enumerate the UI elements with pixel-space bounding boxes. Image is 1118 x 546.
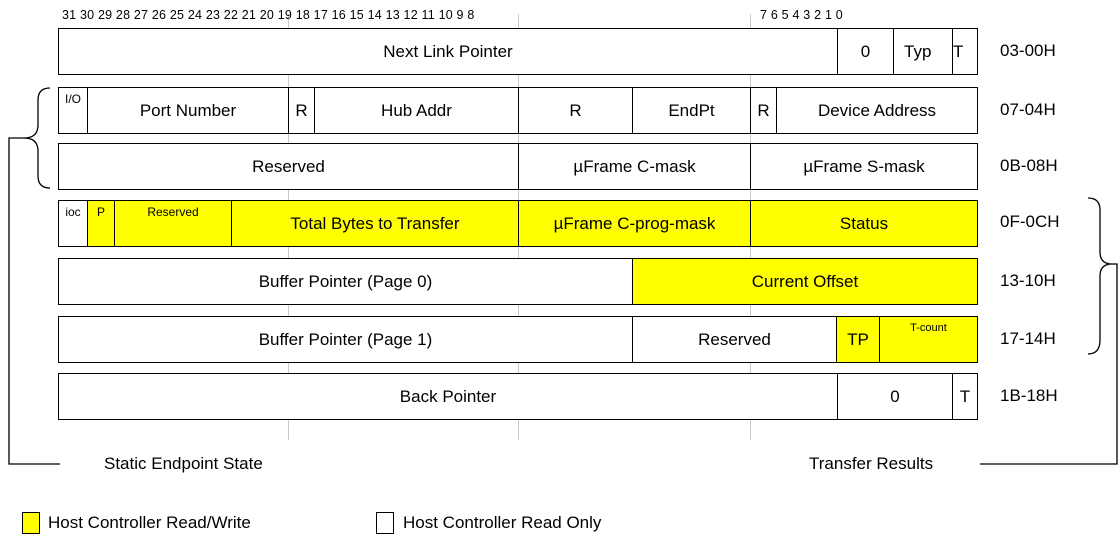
bit-ruler-low: 7 6 5 4 3 2 1 0	[760, 8, 843, 22]
field-device-address: Device Address	[776, 87, 978, 134]
address-label: 03-00H	[1000, 41, 1056, 60]
field-zero: 0	[837, 28, 894, 75]
field-reserved: Reserved	[58, 143, 519, 190]
field-hub-addr: Hub Addr	[314, 87, 519, 134]
address-label: 0B-08H	[1000, 156, 1058, 175]
field-status: Status	[750, 200, 978, 247]
caption-transfer-results: Transfer Results	[809, 454, 934, 473]
field-typ: Typ	[893, 28, 953, 75]
caption-static-endpoint-state: Static Endpoint State	[104, 454, 263, 473]
legend-swatch-read-only	[376, 512, 394, 534]
field-p: P	[87, 200, 115, 247]
field-reserved: Reserved	[632, 316, 837, 363]
bit-ruler-high: 31 30 29 28 27 26 25 24 23 22 21 20 19 1…	[62, 8, 475, 22]
field-tp: TP	[836, 316, 880, 363]
static-state-brace	[8, 87, 60, 465]
field-ioc: ioc	[58, 200, 88, 247]
transfer-results-brace	[980, 197, 1118, 465]
field-reserved: Reserved	[114, 200, 232, 247]
field-buffer-pointer-page-1: Buffer Pointer (Page 1)	[58, 316, 633, 363]
field-r1: R	[288, 87, 315, 134]
field-total-bytes: Total Bytes to Transfer	[231, 200, 519, 247]
field-r2: R	[518, 87, 633, 134]
field-endpt: EndPt	[632, 87, 751, 134]
field-uframe-c-prog-mask: µFrame C-prog-mask	[518, 200, 751, 247]
legend-label-read-write: Host Controller Read/Write	[48, 513, 251, 532]
field-next-link-pointer: Next Link Pointer	[58, 28, 838, 75]
field-zero: 0	[837, 373, 953, 420]
field-port-number: Port Number	[87, 87, 289, 134]
field-uframe-s-mask: µFrame S-mask	[750, 143, 978, 190]
field-io: I/O	[58, 87, 88, 134]
field-buffer-pointer-page-0: Buffer Pointer (Page 0)	[58, 258, 633, 305]
field-t: T	[952, 28, 978, 75]
field-back-pointer: Back Pointer	[58, 373, 838, 420]
legend-swatch-read-write	[22, 512, 40, 534]
field-current-offset: Current Offset	[632, 258, 978, 305]
legend-label-read-only: Host Controller Read Only	[403, 513, 602, 532]
address-label: 07-04H	[1000, 100, 1056, 119]
field-r3: R	[750, 87, 777, 134]
field-uframe-c-mask: µFrame C-mask	[518, 143, 751, 190]
